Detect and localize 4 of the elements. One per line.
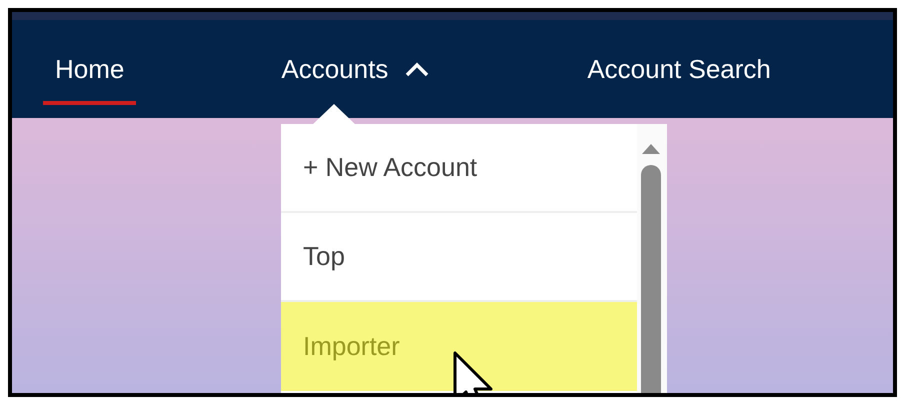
nav-tab[interactable]: Home xyxy=(43,20,136,118)
nav-tab[interactable]: Account Search xyxy=(575,20,783,118)
chevron-icon xyxy=(404,61,430,77)
nav-tab[interactable]: Accounts xyxy=(269,20,442,118)
